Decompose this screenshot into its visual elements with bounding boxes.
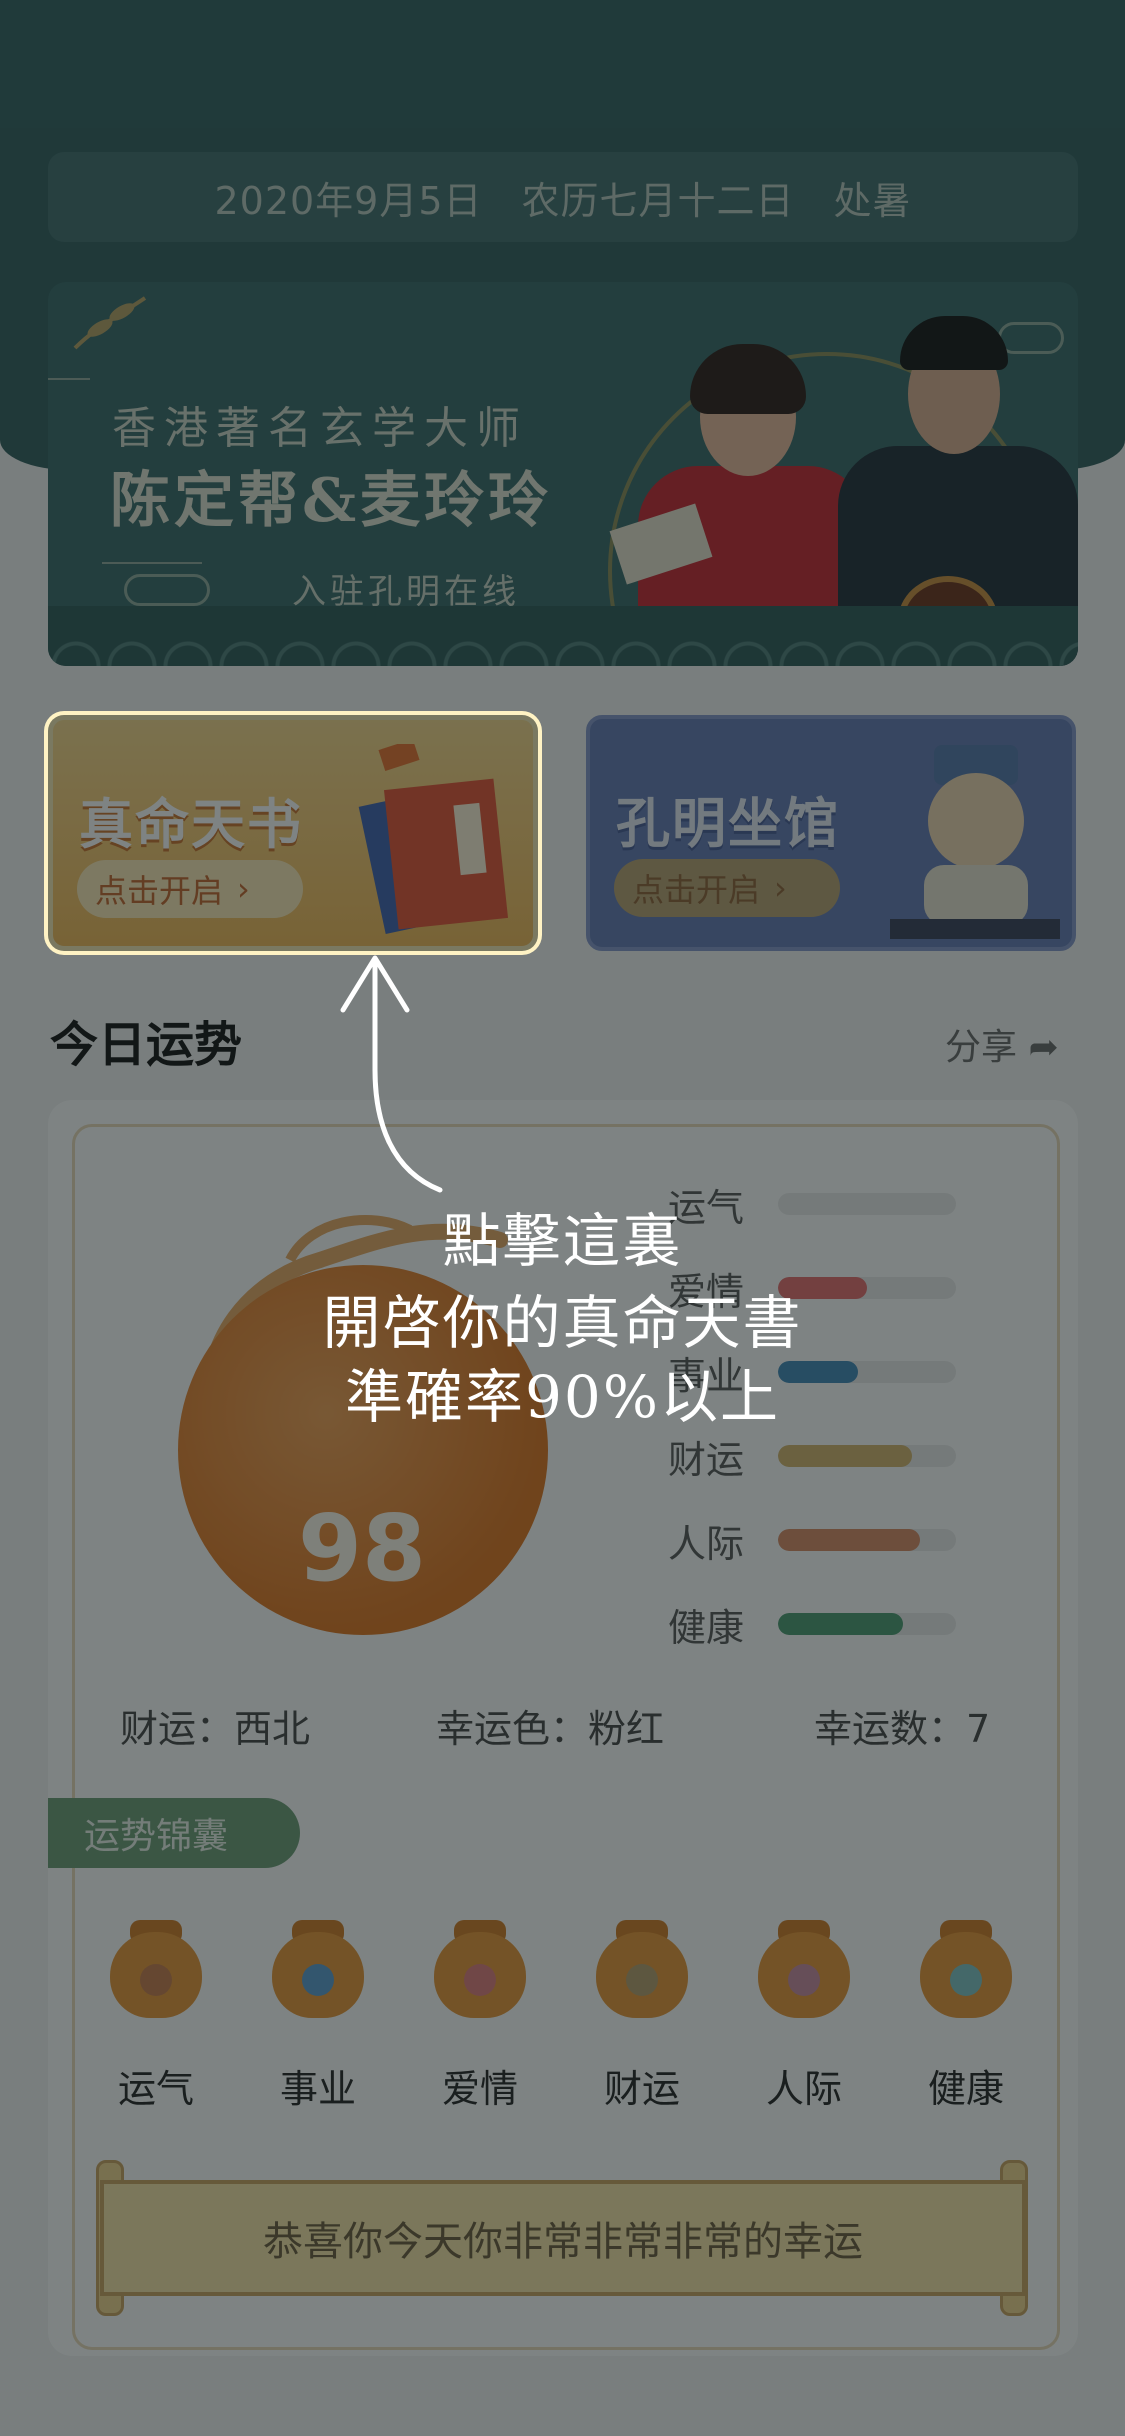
coach-text-line3: 準確率90%以上 <box>345 1363 780 1431</box>
coach-text-line1: 點擊這裏 <box>442 1207 683 1275</box>
coach-text-line2: 開啓你的真命天書 <box>322 1289 803 1357</box>
